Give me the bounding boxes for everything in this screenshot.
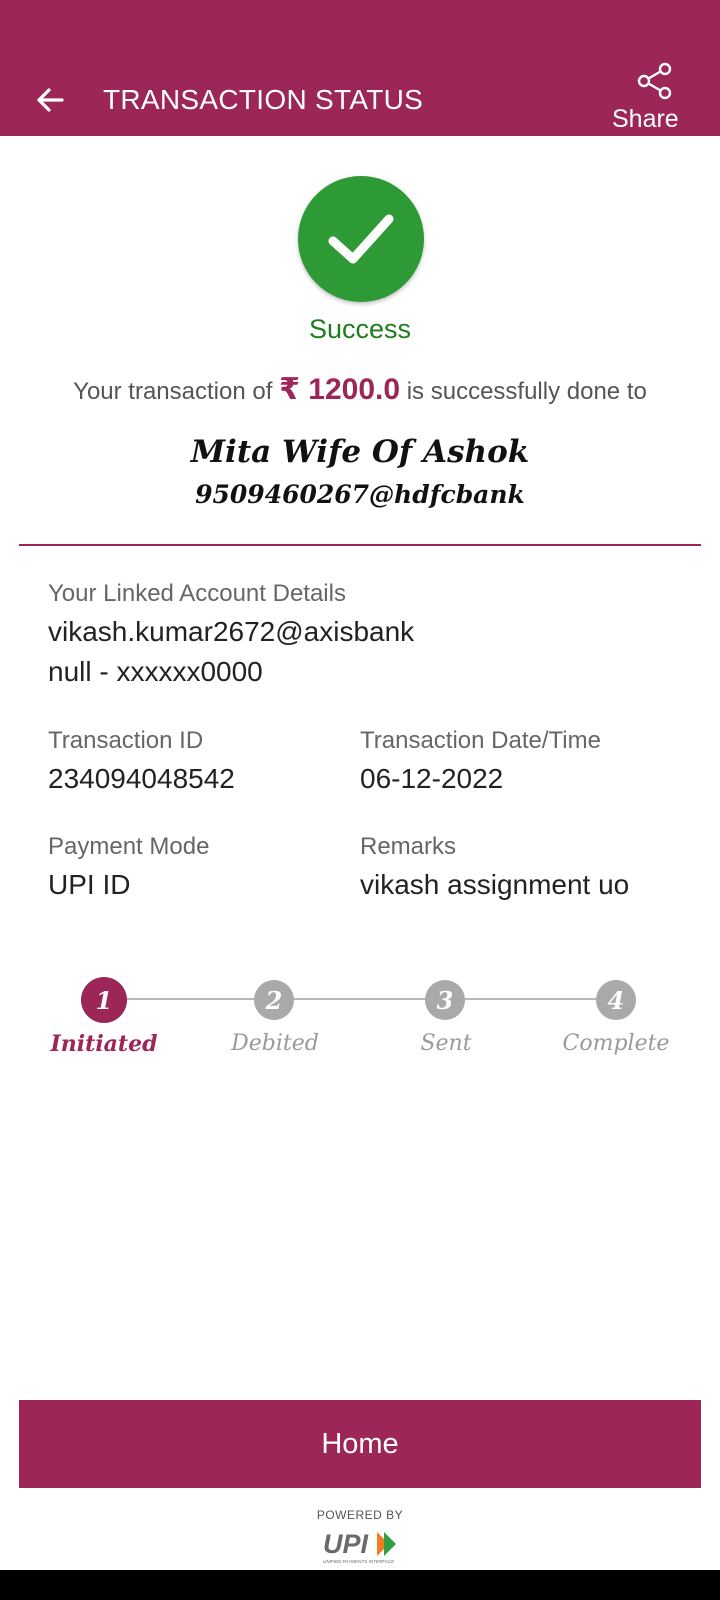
system-navigation-bar xyxy=(0,1570,720,1600)
step-1-circle: 1 xyxy=(81,977,127,1023)
transaction-id-label: Transaction ID xyxy=(48,727,204,754)
summary-suffix: is successfully done to xyxy=(406,378,647,405)
stepper-track xyxy=(104,998,620,1000)
back-button[interactable] xyxy=(28,78,72,122)
divider xyxy=(19,544,701,546)
share-icon xyxy=(637,62,672,100)
linked-upi-id: vikash.kumar2672@axisbank xyxy=(48,616,415,647)
summary-prefix: Your transaction of xyxy=(73,378,273,405)
upi-logo-text: UPI xyxy=(323,1529,369,1559)
linked-account-label: Your Linked Account Details xyxy=(48,580,346,607)
transaction-progress-stepper: 1 Initiated 2 Debited 3 Sent 4 Complete xyxy=(0,975,720,1065)
step-1-label: Initiated xyxy=(50,1031,158,1057)
back-arrow-icon xyxy=(37,88,64,112)
payee-name: Mita Wife Of Ashok xyxy=(190,434,530,470)
page-title: TRANSACTION STATUS xyxy=(103,84,424,115)
step-4-label: Complete xyxy=(562,1031,670,1056)
step-2-circle: 2 xyxy=(254,980,294,1020)
currency-symbol: ₹ xyxy=(279,373,300,406)
step-3-label: Sent xyxy=(420,1031,472,1056)
checkmark-icon xyxy=(328,214,394,264)
payment-mode-value: UPI ID xyxy=(48,869,131,900)
payment-mode-label: Payment Mode xyxy=(48,833,210,860)
transaction-id-value: 234094048542 xyxy=(48,763,235,794)
upi-logo: UPI UNIFIED PAYMENTS INTERFACE xyxy=(323,1529,396,1564)
step-3-circle: 3 xyxy=(425,980,465,1020)
step-2-label: Debited xyxy=(231,1031,319,1056)
home-button[interactable]: Home xyxy=(19,1400,701,1488)
remarks-value: vikash assignment uo xyxy=(360,869,630,900)
share-label: Share xyxy=(612,105,679,133)
amount: ₹ 1200.0 xyxy=(279,373,400,406)
remarks-label: Remarks xyxy=(360,833,457,860)
transaction-datetime-value: 06-12-2022 xyxy=(360,763,504,794)
step-4-circle: 4 xyxy=(596,980,636,1020)
transaction-summary: Your transaction of ₹ 1200.0 is successf… xyxy=(0,372,720,407)
payee-upi-id: 9509460267@hdfcbank xyxy=(195,480,525,509)
linked-account-number: null - xxxxxx0000 xyxy=(48,656,263,687)
success-badge xyxy=(298,176,424,302)
share-button[interactable]: Share xyxy=(612,58,692,138)
status-text: Success xyxy=(308,314,412,344)
upi-logo-subtext: UNIFIED PAYMENTS INTERFACE xyxy=(323,1559,395,1564)
powered-by-text: POWERED BY xyxy=(316,1508,404,1522)
app-header: TRANSACTION STATUS Share xyxy=(0,0,720,136)
transaction-datetime-label: Transaction Date/Time xyxy=(360,727,601,754)
amount-value: 1200.0 xyxy=(308,373,401,406)
